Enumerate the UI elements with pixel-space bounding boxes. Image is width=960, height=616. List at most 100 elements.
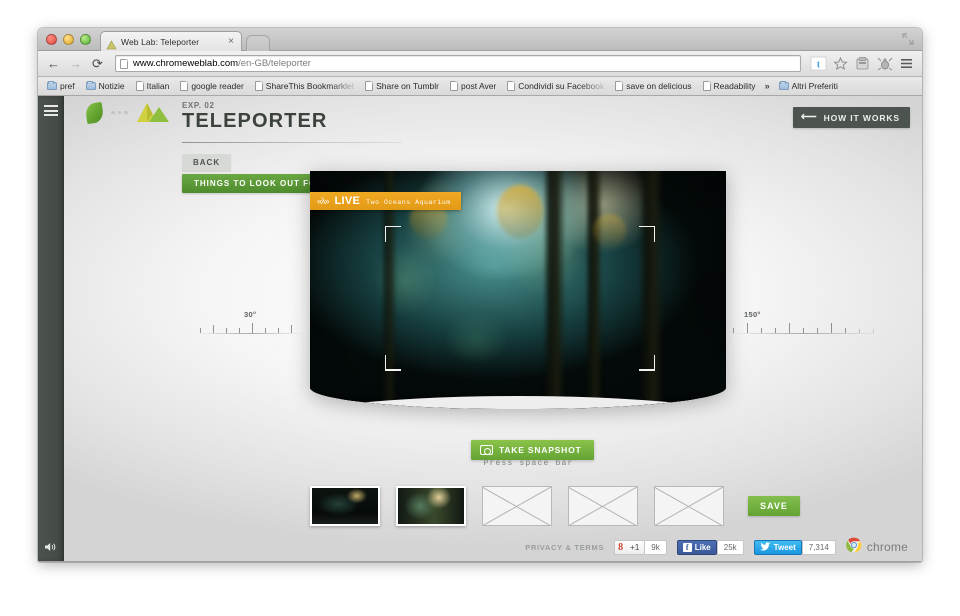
back-button[interactable]: BACK (182, 154, 231, 171)
minimize-window-button[interactable] (63, 34, 74, 45)
snapshot-slot-empty[interactable] (654, 486, 724, 526)
live-viewport[interactable]: «λ» LIVE Two Oceans Aquarium (310, 171, 726, 409)
video-frame: «λ» LIVE Two Oceans Aquarium (310, 171, 726, 409)
save-button[interactable]: SAVE (748, 496, 800, 516)
page-title: TELEPORTER (182, 111, 327, 131)
browser-tabstrip: Web Lab: Teleporter × (38, 28, 922, 51)
new-tab-button[interactable] (246, 35, 270, 51)
zoom-window-button[interactable] (80, 34, 91, 45)
browser-tab-title: Web Lab: Teleporter (121, 37, 226, 47)
snapshot-slot-empty[interactable] (568, 486, 638, 526)
browser-window: Web Lab: Teleporter × ← → ⟳ www.chromewe… (38, 28, 922, 562)
kelp-trunk (585, 171, 604, 409)
bookmark-star-icon[interactable] (832, 55, 849, 72)
folder-icon (47, 82, 57, 90)
bookmark-item[interactable]: save on delicious (610, 80, 696, 92)
google-plus-icon: 8 (618, 542, 627, 553)
bookmark-label: Readability (714, 81, 756, 91)
how-it-works-label: HOW IT WORKS (824, 113, 900, 123)
google-plus-one-label: +1 (630, 543, 639, 552)
bookmark-label: pref (60, 81, 75, 91)
ruler-ticks (196, 322, 304, 333)
bookmark-item[interactable]: Readability (698, 80, 761, 92)
back-icon[interactable]: ← (45, 55, 62, 72)
mountains-icon (136, 102, 170, 123)
ruler-baseline (730, 333, 880, 334)
reload-icon[interactable]: ⟳ (89, 55, 106, 72)
bookmark-item[interactable]: Share on Tumblr (360, 80, 444, 92)
browser-tab[interactable]: Web Lab: Teleporter × (100, 31, 242, 51)
ruler-left: 30° (196, 322, 304, 333)
hamburger-menu-icon[interactable] (44, 105, 58, 116)
google-plus-one-button[interactable]: 8 +1 (614, 540, 645, 555)
live-badge: «λ» LIVE Two Oceans Aquarium (310, 192, 461, 210)
snapshot-thumbnail[interactable] (310, 486, 380, 526)
kelp-trunk (543, 171, 566, 409)
bookmark-item[interactable]: Notizie (81, 80, 130, 92)
snapshot-filmstrip: SAVE (310, 486, 800, 526)
page-footer: PRIVACY & TERMS 8 +1 9k f Like 25k (64, 533, 922, 561)
twitter-tweet-label: Tweet (774, 543, 796, 552)
camera-icon (480, 445, 493, 455)
facebook-icon: f (683, 543, 692, 552)
svg-text:t: t (817, 59, 821, 71)
extension-bug-icon[interactable] (876, 55, 893, 72)
page-icon (703, 81, 711, 91)
google-plus-one-count: 9k (645, 540, 666, 555)
ruler-degree-label: 150° (744, 310, 761, 319)
twitter-tweet-count: 7,314 (802, 540, 836, 555)
bookmarks-overflow-icon[interactable]: » (762, 81, 773, 91)
kelp-trunk (639, 171, 664, 409)
take-snapshot-button[interactable]: TAKE SNAPSHOT (471, 440, 594, 460)
facebook-like-button[interactable]: f Like (677, 540, 717, 555)
triangle-favicon (106, 37, 117, 47)
bookmark-label: ShareThis Bookmarklet (266, 81, 354, 91)
url-text: www.chromeweblab.com/en-GB/teleporter (133, 58, 311, 69)
address-bar[interactable]: www.chromeweblab.com/en-GB/teleporter (115, 55, 801, 72)
chrome-badge[interactable]: chrome (846, 537, 908, 558)
chrome-wordmark: chrome (867, 540, 908, 554)
speaker-icon[interactable] (44, 540, 58, 552)
page-icon (365, 81, 373, 91)
bookmark-item[interactable]: google reader (175, 80, 248, 92)
ruler-ticks (730, 322, 880, 333)
extension-icon[interactable] (854, 55, 871, 72)
close-icon[interactable]: × (226, 37, 236, 47)
bookmark-label: save on delicious (626, 81, 691, 91)
page-icon (507, 81, 515, 91)
other-bookmarks-folder[interactable]: Altri Preferiti (774, 80, 843, 92)
experiment-heading: EXP. 02 TELEPORTER (182, 101, 327, 131)
forward-icon[interactable]: → (67, 55, 84, 72)
bookmarks-bar: pref Notizie Italian google reader Share… (38, 77, 922, 96)
bookmark-label: Share on Tumblr (376, 81, 439, 91)
bookmark-label: Italian (147, 81, 170, 91)
snapshot-slot-empty[interactable] (482, 486, 552, 526)
facebook-like-count: 25k (717, 540, 744, 555)
framing-bracket-bottom-left (385, 355, 401, 371)
bookmark-item[interactable]: ShareThis Bookmarklet (250, 80, 359, 92)
chrome-menu-icon[interactable] (898, 55, 915, 72)
window-traffic-lights (46, 34, 91, 45)
how-it-works-button[interactable]: ⟵ HOW IT WORKS (793, 107, 910, 128)
snapshot-thumbnail[interactable] (396, 486, 466, 526)
bookmark-item[interactable]: Italian (131, 80, 175, 92)
tumblr-icon[interactable]: t (810, 55, 827, 72)
window-bottom-bar (38, 561, 922, 562)
title-divider (182, 142, 402, 143)
bookmark-item[interactable]: Condividi su Facebook (502, 80, 609, 92)
bookmark-item[interactable]: post Aver (445, 80, 501, 92)
folder-icon (779, 82, 789, 90)
bookmark-label: post Aver (461, 81, 496, 91)
bookmark-item[interactable]: pref (42, 80, 80, 92)
privacy-terms-link[interactable]: PRIVACY & TERMS (525, 543, 604, 552)
experiment-number: EXP. 02 (182, 101, 327, 110)
ruler-degree-label: 30° (244, 310, 256, 319)
facebook-like-label: Like (695, 543, 711, 552)
bookmark-label: Altri Preferiti (792, 81, 838, 91)
page-icon (180, 81, 188, 91)
twitter-tweet-button[interactable]: Tweet (754, 540, 802, 555)
fullscreen-icon[interactable] (901, 32, 915, 46)
close-window-button[interactable] (46, 34, 57, 45)
page-icon (450, 81, 458, 91)
ruler-baseline (196, 333, 304, 334)
